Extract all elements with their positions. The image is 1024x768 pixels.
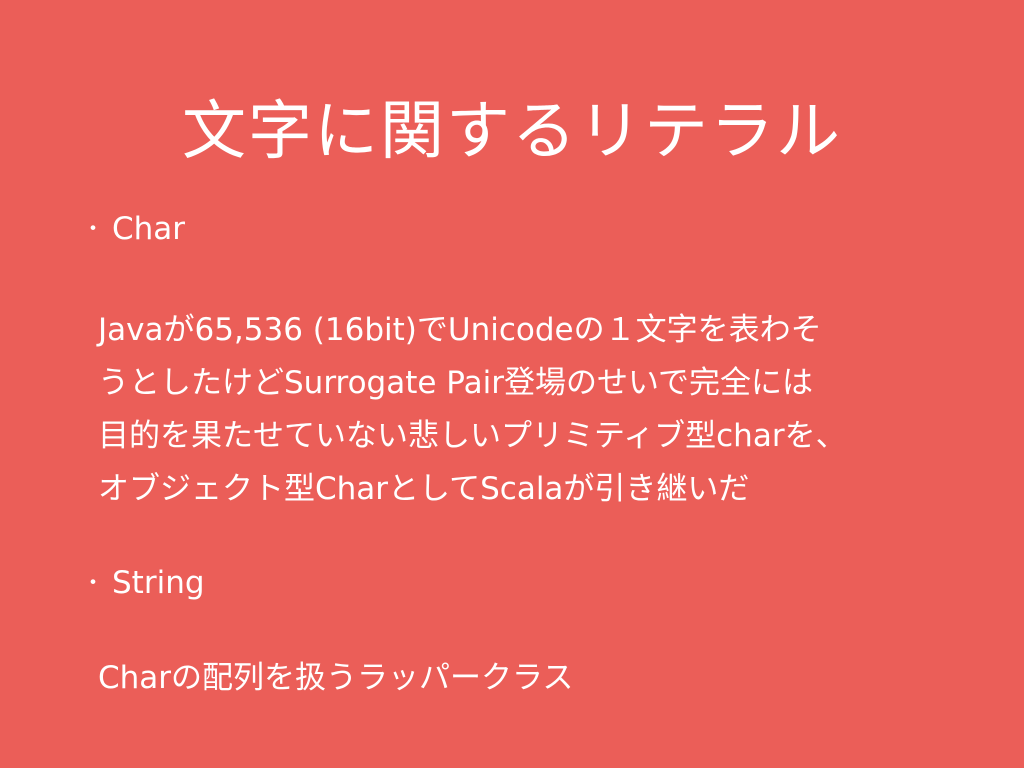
string-description: Charの配列を扱うラッパークラス — [98, 652, 958, 705]
string-description-line-1: Charの配列を扱うラッパークラス — [98, 660, 574, 696]
char-description-line-4: オブジェクト型CharとしてScalaが引き継いだ — [98, 471, 750, 507]
char-description-line-1: Javaが65,536 (16bit)でUnicodeの１文字を表わそ — [98, 312, 822, 348]
slide: 文字に関するリテラル ・ Char Javaが65,536 (16bit)でUni… — [0, 0, 1024, 768]
bullet-label-char: Char — [112, 211, 186, 247]
bullet-label-string: String — [112, 565, 205, 601]
bullet-string: ・ String — [82, 563, 205, 604]
slide-title: 文字に関するリテラル — [182, 95, 842, 169]
char-description-line-3: 目的を果たせていない悲しいプリミティブ型charを、 — [98, 418, 847, 454]
char-description: Javaが65,536 (16bit)でUnicodeの１文字を表わそ うとした… — [98, 304, 958, 516]
bullet-marker: ・ — [82, 217, 105, 242]
bullet-marker: ・ — [82, 571, 105, 596]
bullet-char: ・ Char — [82, 209, 185, 250]
char-description-line-2: うとしたけどSurrogate Pair登場のせいで完全には — [98, 365, 814, 401]
